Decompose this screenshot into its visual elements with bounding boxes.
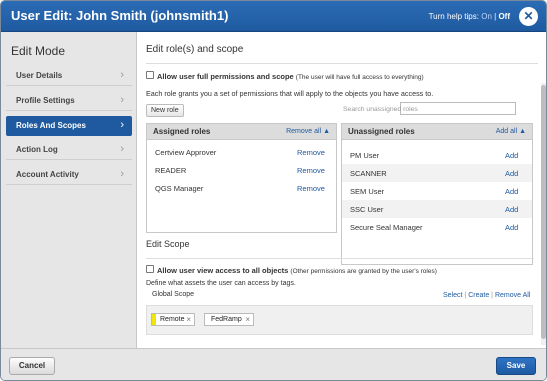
sidebar-item-account-activity[interactable]: Account Activity › xyxy=(6,165,132,185)
remove-role-link[interactable]: Remove xyxy=(297,184,325,193)
remove-all-scope-link[interactable]: Remove All xyxy=(495,292,530,299)
cancel-button[interactable]: Cancel xyxy=(9,357,55,375)
unassigned-role-name: PM User xyxy=(350,151,380,160)
tag-chip: Remote × xyxy=(151,313,195,326)
full-permissions-checkbox[interactable] xyxy=(146,71,154,79)
tag-chip: FedRamp × xyxy=(204,313,254,326)
add-role-link[interactable]: Add xyxy=(505,205,518,214)
remove-tag-icon[interactable]: × xyxy=(245,314,250,325)
main-scrollbar[interactable] xyxy=(541,83,546,345)
table-row: QGS Manager Remove xyxy=(147,179,336,197)
unassigned-role-name: SSC User xyxy=(350,205,384,214)
main-content: Edit role(s) and scope Allow user full p… xyxy=(138,32,546,348)
sidebar-item-label: Profile Settings xyxy=(16,96,75,105)
select-scope-link[interactable]: Select xyxy=(443,292,462,299)
add-role-link[interactable]: Add xyxy=(505,223,518,232)
search-unassigned-placeholder: Search unassigned roles xyxy=(343,106,418,113)
table-row: SSC User Add xyxy=(342,200,532,218)
unassigned-role-name: SCANNER xyxy=(350,169,387,178)
unassigned-roles-panel: Unassigned roles Add all ▲ PM User Add S… xyxy=(341,123,533,265)
add-all-link[interactable]: Add all ▲ xyxy=(496,128,526,135)
sidebar-item-label: User Details xyxy=(16,71,63,80)
full-permissions-label-text: Allow user full permissions and scope xyxy=(157,72,294,81)
assigned-roles-title: Assigned roles xyxy=(153,127,211,136)
table-row: Secure Seal Manager Add xyxy=(342,218,532,236)
assigned-roles-panel: Assigned roles Remove all ▲ Certview App… xyxy=(146,123,337,233)
roles-heading: Edit role(s) and scope xyxy=(146,44,244,55)
close-icon[interactable]: ✕ xyxy=(519,7,538,26)
add-role-link[interactable]: Add xyxy=(505,187,518,196)
save-button[interactable]: Save xyxy=(496,357,536,375)
sidebar-item-user-details[interactable]: User Details › xyxy=(6,66,132,86)
assigned-roles-header: Assigned roles Remove all ▲ xyxy=(147,124,336,140)
view-all-objects-label: Allow user view access to all objects (O… xyxy=(157,266,437,275)
scrollbar-thumb[interactable] xyxy=(541,85,546,339)
user-edit-dialog: User Edit: John Smith (johnsmith1) Turn … xyxy=(0,0,547,381)
add-role-link[interactable]: Add xyxy=(505,151,518,160)
help-tips-off-link[interactable]: Off xyxy=(498,12,510,21)
remove-tag-icon[interactable]: × xyxy=(186,314,191,325)
view-all-objects-checkbox[interactable] xyxy=(146,265,154,273)
sidebar-item-action-log[interactable]: Action Log › xyxy=(6,140,132,160)
scope-description: Define what assets the user can access b… xyxy=(146,280,296,287)
divider xyxy=(146,63,538,64)
add-role-link[interactable]: Add xyxy=(505,169,518,178)
table-row: SCANNER Add xyxy=(342,164,532,182)
full-permissions-note: (The user will have full access to every… xyxy=(295,74,424,81)
remove-role-link[interactable]: Remove xyxy=(297,148,325,157)
sidebar: Edit Mode User Details › Profile Setting… xyxy=(1,32,137,348)
new-role-button[interactable]: New role xyxy=(146,104,184,117)
scope-heading: Edit Scope xyxy=(146,239,190,249)
unassigned-roles-title: Unassigned roles xyxy=(348,127,415,136)
view-all-note: (Other permissions are granted by the us… xyxy=(290,268,437,275)
sidebar-item-profile-settings[interactable]: Profile Settings › xyxy=(6,91,132,111)
divider xyxy=(146,258,534,259)
scope-link-separator: | xyxy=(491,292,493,299)
chevron-right-icon: › xyxy=(120,168,124,180)
chevron-right-icon: › xyxy=(120,69,124,81)
sidebar-item-roles-and-scopes[interactable]: Roles And Scopes › xyxy=(6,116,132,136)
table-row: PM User Add xyxy=(342,146,532,164)
tag-label: Remote xyxy=(160,316,185,323)
remove-role-link[interactable]: Remove xyxy=(297,166,325,175)
unassigned-role-name: SEM User xyxy=(350,187,385,196)
assigned-role-name: QGS Manager xyxy=(155,184,204,193)
table-row: SEM User Add xyxy=(342,182,532,200)
tag-label: FedRamp xyxy=(211,316,242,323)
dialog-title: User Edit: John Smith (johnsmith1) xyxy=(11,8,229,23)
remove-all-link[interactable]: Remove all ▲ xyxy=(286,128,330,135)
help-tips-toggle: Turn help tips: On | Off xyxy=(429,12,510,21)
full-permissions-label: Allow user full permissions and scope (T… xyxy=(157,72,424,81)
sidebar-item-label: Action Log xyxy=(16,145,58,154)
unassigned-roles-header: Unassigned roles Add all ▲ xyxy=(342,124,532,140)
scope-actions: Select | Create | Remove All xyxy=(443,292,530,299)
remove-all-label: Remove all xyxy=(286,128,322,135)
roles-description: Each role grants you a set of permission… xyxy=(146,89,434,98)
dialog-header: User Edit: John Smith (johnsmith1) Turn … xyxy=(1,1,546,32)
dialog-footer: Cancel Save xyxy=(1,348,546,380)
table-row: READER Remove xyxy=(147,161,336,179)
help-tips-on-link[interactable]: On xyxy=(481,12,492,21)
add-all-label: Add all xyxy=(495,128,518,135)
sidebar-title: Edit Mode xyxy=(11,44,66,58)
chevron-right-icon: › xyxy=(120,94,124,106)
help-tips-separator: | xyxy=(494,12,497,21)
table-row: Certview Approver Remove xyxy=(147,143,336,161)
chevron-right-icon: › xyxy=(120,119,124,131)
global-scope-label: Global Scope xyxy=(152,291,195,298)
view-all-label-text: Allow user view access to all objects xyxy=(157,266,289,275)
scope-tags-box: Remote × FedRamp × xyxy=(146,305,533,335)
assigned-role-name: READER xyxy=(155,166,187,175)
unassigned-role-name: Secure Seal Manager xyxy=(350,223,423,232)
help-tips-label: Turn help tips: xyxy=(428,12,479,21)
assigned-role-name: Certview Approver xyxy=(155,148,217,157)
create-scope-link[interactable]: Create xyxy=(468,292,489,299)
chevron-right-icon: › xyxy=(120,143,124,155)
sidebar-item-label: Account Activity xyxy=(16,170,79,179)
tag-color-marker xyxy=(152,314,156,325)
scope-link-separator: | xyxy=(464,292,467,299)
sidebar-item-label: Roles And Scopes xyxy=(16,121,86,130)
